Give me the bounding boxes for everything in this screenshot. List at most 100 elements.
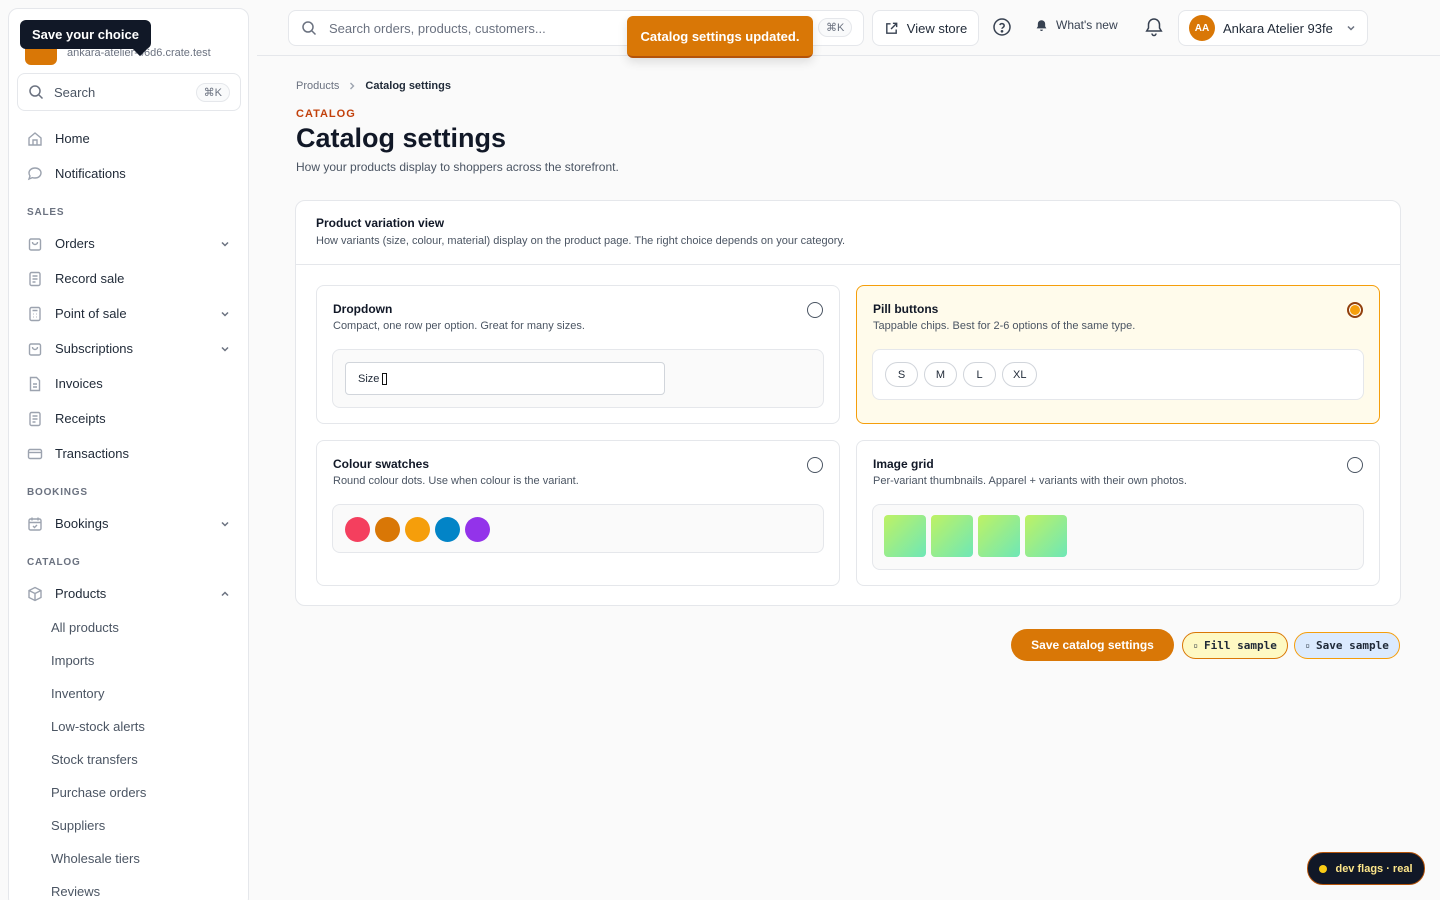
sidebar-item-label: Orders <box>55 236 95 251</box>
colour-swatch <box>375 517 400 542</box>
pill-preview: S M L XL <box>872 349 1364 400</box>
sidebar-subitem-imports[interactable]: Imports <box>17 644 241 677</box>
sidebar-item-label: Record sale <box>55 271 125 286</box>
colour-swatch <box>405 517 430 542</box>
global-search-placeholder: Search orders, products, customers... <box>329 20 546 36</box>
size-pill: M <box>924 362 957 387</box>
sidebar-item-point-of-sale[interactable]: Point of sale <box>17 296 241 331</box>
chevron-down-icon[interactable] <box>219 308 231 320</box>
colour-swatch <box>435 517 460 542</box>
view-store-label: View store <box>906 20 968 36</box>
save-catalog-settings-button[interactable]: Save catalog settings <box>1011 629 1174 661</box>
option-description: Compact, one row per option. Great for m… <box>333 320 585 332</box>
section-catalog-heading: CATALOG <box>27 557 81 568</box>
sidebar-item-transactions[interactable]: Transactions <box>17 436 241 471</box>
chat-bubble-icon <box>27 166 43 182</box>
option-description: Round colour dots. Use when colour is th… <box>333 475 579 487</box>
breadcrumb-products-link[interactable]: Products <box>296 80 339 92</box>
variant-thumbnail <box>978 515 1020 557</box>
sidebar-search-label: Search <box>54 84 96 100</box>
size-select-preview: Size <box>345 362 665 395</box>
success-toast: Catalog settings updated. <box>627 16 813 58</box>
calculator-icon <box>27 306 43 322</box>
calendar-icon <box>27 516 43 532</box>
sidebar-subitem-all-products[interactable]: All products <box>17 611 241 644</box>
sidebar-subitem-low-stock-alerts[interactable]: Low-stock alerts <box>17 710 241 743</box>
variation-card-header: Product variation view How variants (siz… <box>296 201 1400 265</box>
page-eyebrow: CATALOG <box>296 108 356 120</box>
option-colour-swatches[interactable]: Colour swatches Round colour dots. Use w… <box>316 440 840 586</box>
pill-list: S M L XL <box>885 362 1038 387</box>
variation-card-description: How variants (size, colour, material) di… <box>316 235 846 247</box>
square-icon: ▫ <box>1305 641 1310 650</box>
card-icon <box>27 446 43 462</box>
search-shortcut-badge: ⌘K <box>195 82 230 102</box>
save-choice-tooltip: Save your choice <box>20 20 151 49</box>
sidebar-item-receipts[interactable]: Receipts <box>17 401 241 436</box>
sidebar-item-products[interactable]: Products <box>17 576 241 611</box>
option-title: Dropdown <box>333 302 393 316</box>
home-icon <box>27 131 43 147</box>
fill-sample-button[interactable]: ▫ Fill sample <box>1182 632 1288 659</box>
sidebar-subitem-wholesale-tiers[interactable]: Wholesale tiers <box>17 842 241 875</box>
chevron-down-icon[interactable] <box>219 238 231 250</box>
whats-new-button[interactable]: What's new <box>1035 18 1118 32</box>
whats-new-label: What's new <box>1056 18 1118 32</box>
option-image-grid[interactable]: Image grid Per-variant thumbnails. Appar… <box>856 440 1380 586</box>
search-icon <box>301 20 317 36</box>
swatch-preview <box>332 504 824 553</box>
notifications-bell-icon[interactable] <box>1143 16 1165 38</box>
size-pill: XL <box>1002 362 1038 387</box>
image-grid-preview <box>872 504 1364 570</box>
option-description: Per-variant thumbnails. Apparel + varian… <box>873 475 1187 487</box>
sidebar-item-label: Receipts <box>55 411 106 426</box>
sidebar-item-orders[interactable]: Orders <box>17 226 241 261</box>
variant-thumbnail <box>931 515 973 557</box>
chevron-up-icon[interactable] <box>219 588 231 600</box>
sidebar-item-notifications[interactable]: Notifications <box>17 156 241 191</box>
option-dropdown[interactable]: Dropdown Compact, one row per option. Gr… <box>316 285 840 424</box>
sidebar-item-home[interactable]: Home <box>17 121 241 156</box>
option-swatch-radio[interactable] <box>807 457 823 473</box>
breadcrumb: Products Catalog settings <box>296 80 451 92</box>
size-pill: L <box>963 362 996 387</box>
sidebar-subitem-reviews[interactable]: Reviews <box>17 875 241 900</box>
sidebar-item-record-sale[interactable]: Record sale <box>17 261 241 296</box>
chevron-right-icon <box>347 81 357 91</box>
section-sales-heading: SALES <box>27 207 65 218</box>
document-icon <box>27 376 43 392</box>
sidebar-subitem-inventory[interactable]: Inventory <box>17 677 241 710</box>
sidebar-subitem-stock-transfers[interactable]: Stock transfers <box>17 743 241 776</box>
chevron-down-icon <box>1345 22 1357 34</box>
sidebar-search[interactable]: Search ⌘K <box>17 73 241 111</box>
sidebar-item-label: Point of sale <box>55 306 127 321</box>
sidebar-subitem-purchase-orders[interactable]: Purchase orders <box>17 776 241 809</box>
option-dropdown-radio[interactable] <box>807 302 823 318</box>
box-icon <box>27 586 43 602</box>
dev-flags-label: dev flags · real <box>1335 862 1413 875</box>
fill-sample-label: Fill sample <box>1203 639 1277 652</box>
sidebar-item-label: Notifications <box>55 166 126 181</box>
breadcrumb-current: Catalog settings <box>365 80 451 92</box>
status-dot-icon <box>1319 864 1328 873</box>
sidebar-item-invoices[interactable]: Invoices <box>17 366 241 401</box>
bell-filled-icon <box>1035 19 1048 32</box>
option-pill-radio[interactable] <box>1347 302 1363 318</box>
swatch-list <box>345 517 490 542</box>
save-sample-button[interactable]: ▫ Save sample <box>1294 632 1400 659</box>
sidebar-item-bookings[interactable]: Bookings <box>17 506 241 541</box>
variation-card-title: Product variation view <box>316 216 445 230</box>
variant-thumbnail <box>1025 515 1067 557</box>
option-pill-buttons[interactable]: Pill buttons Tappable chips. Best for 2-… <box>856 285 1380 424</box>
view-store-button[interactable]: View store <box>872 10 979 46</box>
dev-flags-badge[interactable]: dev flags · real <box>1307 852 1425 885</box>
sidebar-item-subscriptions[interactable]: Subscriptions <box>17 331 241 366</box>
sidebar-subitem-suppliers[interactable]: Suppliers <box>17 809 241 842</box>
chevron-down-icon[interactable] <box>219 343 231 355</box>
chevron-down-icon[interactable] <box>219 518 231 530</box>
option-title: Colour swatches <box>333 457 430 471</box>
account-menu[interactable]: AA Ankara Atelier 93fe <box>1178 10 1368 46</box>
help-icon[interactable] <box>991 16 1013 38</box>
option-grid-radio[interactable] <box>1347 457 1363 473</box>
option-title: Image grid <box>873 457 934 471</box>
